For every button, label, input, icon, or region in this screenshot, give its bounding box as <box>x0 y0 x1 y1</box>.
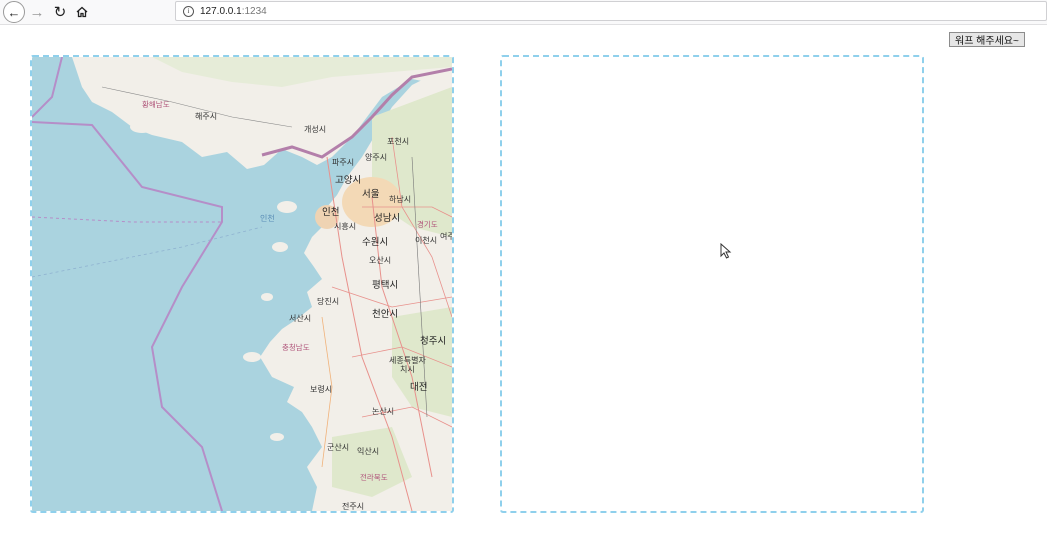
map-label-sejong-2: 치시 <box>400 365 415 374</box>
map-label-gyeonggi: 경기도 <box>417 219 438 229</box>
forward-button[interactable]: → <box>29 2 45 22</box>
map-label-goyang: 고양시 <box>335 175 361 186</box>
arrow-left-icon: ← <box>7 4 21 20</box>
map-label-icheon: 이천시 <box>415 235 437 245</box>
map-label-pyeongtaek: 평택시 <box>372 280 398 291</box>
map-label-seosan: 서산시 <box>289 313 311 323</box>
url-bar[interactable]: i 127.0.0.1:1234 <box>175 1 1047 21</box>
map-label-kaesong: 개성시 <box>304 124 326 134</box>
info-icon[interactable]: i <box>183 5 194 17</box>
map-label-yangju: 양주시 <box>365 153 387 162</box>
map-panel[interactable]: 황해남도 해주시 개성시 포천시 파주시 양주시 고양시 서울 하남시 인천 인… <box>30 55 454 513</box>
map-label-osan: 오산시 <box>369 255 391 265</box>
map-label-boryeong: 보령시 <box>310 385 332 394</box>
warp-button[interactable]: 워프 해주세요~ <box>949 32 1025 47</box>
browser-toolbar: ← → ↻ i 127.0.0.1:1234 <box>0 0 1047 25</box>
map-label-cheongju: 청주시 <box>420 336 446 347</box>
empty-panel[interactable] <box>500 55 924 513</box>
map-label-daejeon: 대전 <box>410 382 427 393</box>
map-label-pocheon: 포천시 <box>387 136 409 146</box>
map-label-chungnam: 충청남도 <box>282 343 310 352</box>
url-port: :1234 <box>241 5 267 17</box>
map-label-incheon: 인천 <box>322 207 339 218</box>
map-label-jeonbuk: 전라북도 <box>360 472 388 482</box>
map-label-yeoju: 여주 <box>440 231 452 241</box>
map-label-cheonan: 천안시 <box>372 309 398 320</box>
map-label-suwon: 수원시 <box>362 237 388 248</box>
map-label-hanam: 하남시 <box>389 194 411 204</box>
map-label-seongnam: 성남시 <box>374 213 400 224</box>
map-label-siheung: 시흥시 <box>334 221 356 231</box>
home-button[interactable] <box>74 2 90 22</box>
map-label-haeju: 해주시 <box>195 111 217 121</box>
map-label-jeonju: 전주시 <box>342 501 364 511</box>
map-label-sejong-1: 세종특별자 <box>389 355 426 365</box>
url-host: 127.0.0.1 <box>200 5 242 17</box>
home-icon <box>76 6 88 18</box>
reload-button[interactable]: ↻ <box>52 2 68 22</box>
map-view[interactable]: 황해남도 해주시 개성시 포천시 파주시 양주시 고양시 서울 하남시 인천 인… <box>32 57 452 511</box>
map-label-seoul: 서울 <box>362 189 380 200</box>
map-label-paju: 파주시 <box>332 158 354 167</box>
arrow-right-icon: → <box>29 3 45 21</box>
back-button[interactable]: ← <box>3 1 25 23</box>
map-label-incheon-sea: 인천 <box>260 213 275 223</box>
map-label-gunsan: 군산시 <box>327 442 349 452</box>
mouse-cursor-icon <box>720 243 732 259</box>
map-label-iksan: 익산시 <box>357 446 379 456</box>
map-label-nonsan: 논산시 <box>372 406 394 416</box>
reload-icon: ↻ <box>53 4 67 21</box>
map-label-hwanghae: 황해남도 <box>142 99 170 109</box>
map-label-dangjin: 당진시 <box>317 296 339 306</box>
